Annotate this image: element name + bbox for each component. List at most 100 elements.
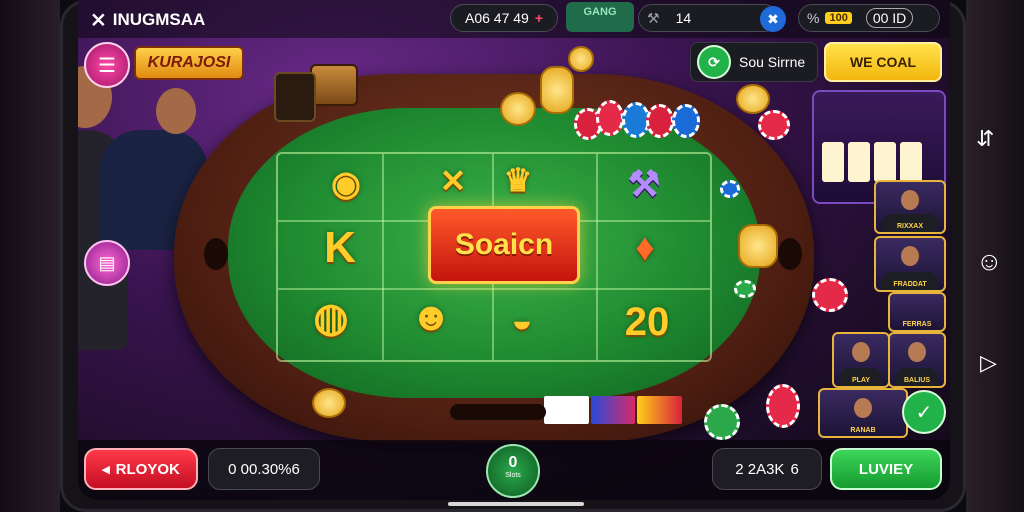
blue-chip [720, 180, 740, 198]
side-right-backdrop: ⇵ ☺ ▷ [966, 0, 1024, 512]
hammer-icon: ⚒ [647, 9, 660, 26]
game-logo: KURAJOSI [134, 46, 244, 80]
bet-display[interactable]: 2 2A3K 6 [712, 448, 822, 490]
gold-chip [312, 388, 346, 418]
game-thumbnail[interactable]: PLAY [832, 332, 890, 388]
center-spin-sublabel: Slots [505, 472, 521, 479]
confirm-check-icon[interactable]: ✓ [902, 390, 946, 434]
thumbnail-caption: RIXXAX [896, 223, 924, 230]
money-hand-icon[interactable]: ♛ [490, 156, 546, 204]
red-action-label: RLOYOK [115, 460, 180, 478]
add-balance-icon[interactable]: + [535, 10, 543, 26]
red-chip [646, 104, 674, 138]
bonus-tag: 100 [825, 12, 852, 24]
grid-divider [382, 154, 384, 360]
gang-tab[interactable]: GANG [566, 2, 634, 32]
red-action-button[interactable]: ◂ RLOYOK [84, 448, 198, 490]
shop-icon[interactable]: ✖ [760, 6, 786, 32]
balance-value: A06 47 49 [464, 10, 529, 26]
avatar [908, 342, 926, 362]
menu-icon: ☰ [98, 54, 116, 77]
hammer-icon[interactable]: ⚒ [614, 160, 674, 208]
gold-chip [736, 84, 770, 114]
chat-button[interactable]: ▤ [84, 240, 130, 286]
red-chip [758, 110, 790, 140]
green-action-button[interactable]: LUVIEY [830, 448, 942, 490]
thumbnail-caption: PLAY [851, 377, 871, 384]
bet-value: 2 2A3K [735, 460, 785, 478]
game-thumbnail[interactable]: FRADDAT [874, 236, 946, 292]
green-chip [734, 280, 756, 298]
slot-reel [900, 142, 922, 182]
green-chip [704, 404, 740, 440]
thumbnail-caption: RANAB [850, 427, 876, 434]
left-cup-holder [204, 238, 228, 270]
x-label: % [807, 10, 820, 26]
number-20-symbol[interactable]: 20 [610, 294, 684, 350]
menu-button[interactable]: ☰ [84, 42, 130, 88]
card [637, 396, 683, 424]
thumbnail-caption: FRADDAT [893, 281, 927, 288]
center-banner[interactable]: Soaicn [428, 206, 580, 284]
center-spin-button[interactable]: 0 Slots [486, 444, 540, 498]
cta-button[interactable]: WE COAL [824, 42, 942, 82]
bet-suffix: 6 [790, 460, 799, 478]
balance-pill[interactable]: A06 47 49 + [450, 4, 558, 32]
card [590, 396, 636, 424]
crossed-tools-icon[interactable]: ✕ [428, 158, 478, 204]
game-screen: ⨯ INUGMSAA A06 47 49 + GANG ⚒ 14 ✖ % 100… [78, 0, 950, 500]
home-indicator[interactable] [448, 502, 584, 506]
avatar [854, 398, 872, 418]
back-arrow-icon: ◂ [102, 461, 110, 478]
status-button[interactable]: ⟳ Sou Sirrne [690, 42, 818, 82]
letter-k-symbol[interactable]: K [312, 220, 368, 276]
level-pill[interactable]: ⚒ 14 [638, 4, 778, 32]
red-chip [766, 384, 800, 428]
pot-display: 0 00.30%6 [208, 448, 320, 490]
red-chip [596, 100, 624, 136]
refresh-icon: ⟳ [697, 45, 731, 79]
slot-reel [848, 142, 870, 182]
gold-chip [568, 46, 594, 72]
bonus-pill[interactable]: % 100 00 ID [798, 4, 940, 32]
character-portrait-icon[interactable]: ☻ [396, 286, 466, 348]
right-counter: 00 ID [865, 8, 914, 28]
center-spin-label: 0 [508, 454, 518, 471]
brand[interactable]: ⨯ INUGMSAA [90, 7, 205, 32]
avatar [901, 246, 919, 266]
gold-chip [738, 224, 778, 268]
cards-badge-icon[interactable]: ♦ [614, 220, 676, 276]
chat-icon: ▤ [98, 252, 116, 273]
slot-reel [822, 142, 844, 182]
gold-ring-icon[interactable]: ◍ [300, 290, 362, 346]
card [544, 396, 589, 424]
right-cup-holder [778, 238, 802, 270]
dealer-box-icon[interactable] [274, 72, 316, 122]
status-label: Sou Sirrne [739, 54, 806, 70]
background-player-seated-head [156, 88, 196, 134]
game-thumbnail[interactable]: BALIUS [888, 332, 946, 388]
game-thumbnail[interactable]: FERRAS [888, 292, 946, 332]
level-value: 14 [675, 10, 692, 26]
gold-coin-pile-icon[interactable]: ◉ [314, 160, 378, 208]
slot-reel [874, 142, 896, 182]
avatar [901, 190, 919, 210]
thumbnail-caption: FERRAS [902, 321, 932, 328]
treasure-chest-icon[interactable] [310, 64, 358, 106]
card-slot [450, 404, 546, 420]
sort-icon[interactable]: ⇵ [976, 128, 994, 150]
blue-chip [672, 104, 700, 138]
game-thumbnail[interactable]: RANAB [818, 388, 908, 438]
play-next-icon[interactable]: ▷ [980, 352, 997, 374]
brand-logo-icon: ⨯ [90, 9, 107, 31]
emoji-icon[interactable]: ☺ [976, 248, 1003, 274]
gold-chip [540, 66, 574, 114]
coin-bowl-icon[interactable]: ◒ [494, 292, 550, 348]
brand-name: INUGMSAA [112, 9, 206, 29]
gold-chip [500, 92, 536, 126]
card-strip[interactable] [544, 396, 683, 424]
top-bar: ⨯ INUGMSAA A06 47 49 + GANG ⚒ 14 ✖ % 100… [78, 0, 950, 38]
grid-divider [596, 154, 598, 360]
avatar [852, 342, 870, 362]
game-thumbnail[interactable]: RIXXAX [874, 180, 946, 234]
